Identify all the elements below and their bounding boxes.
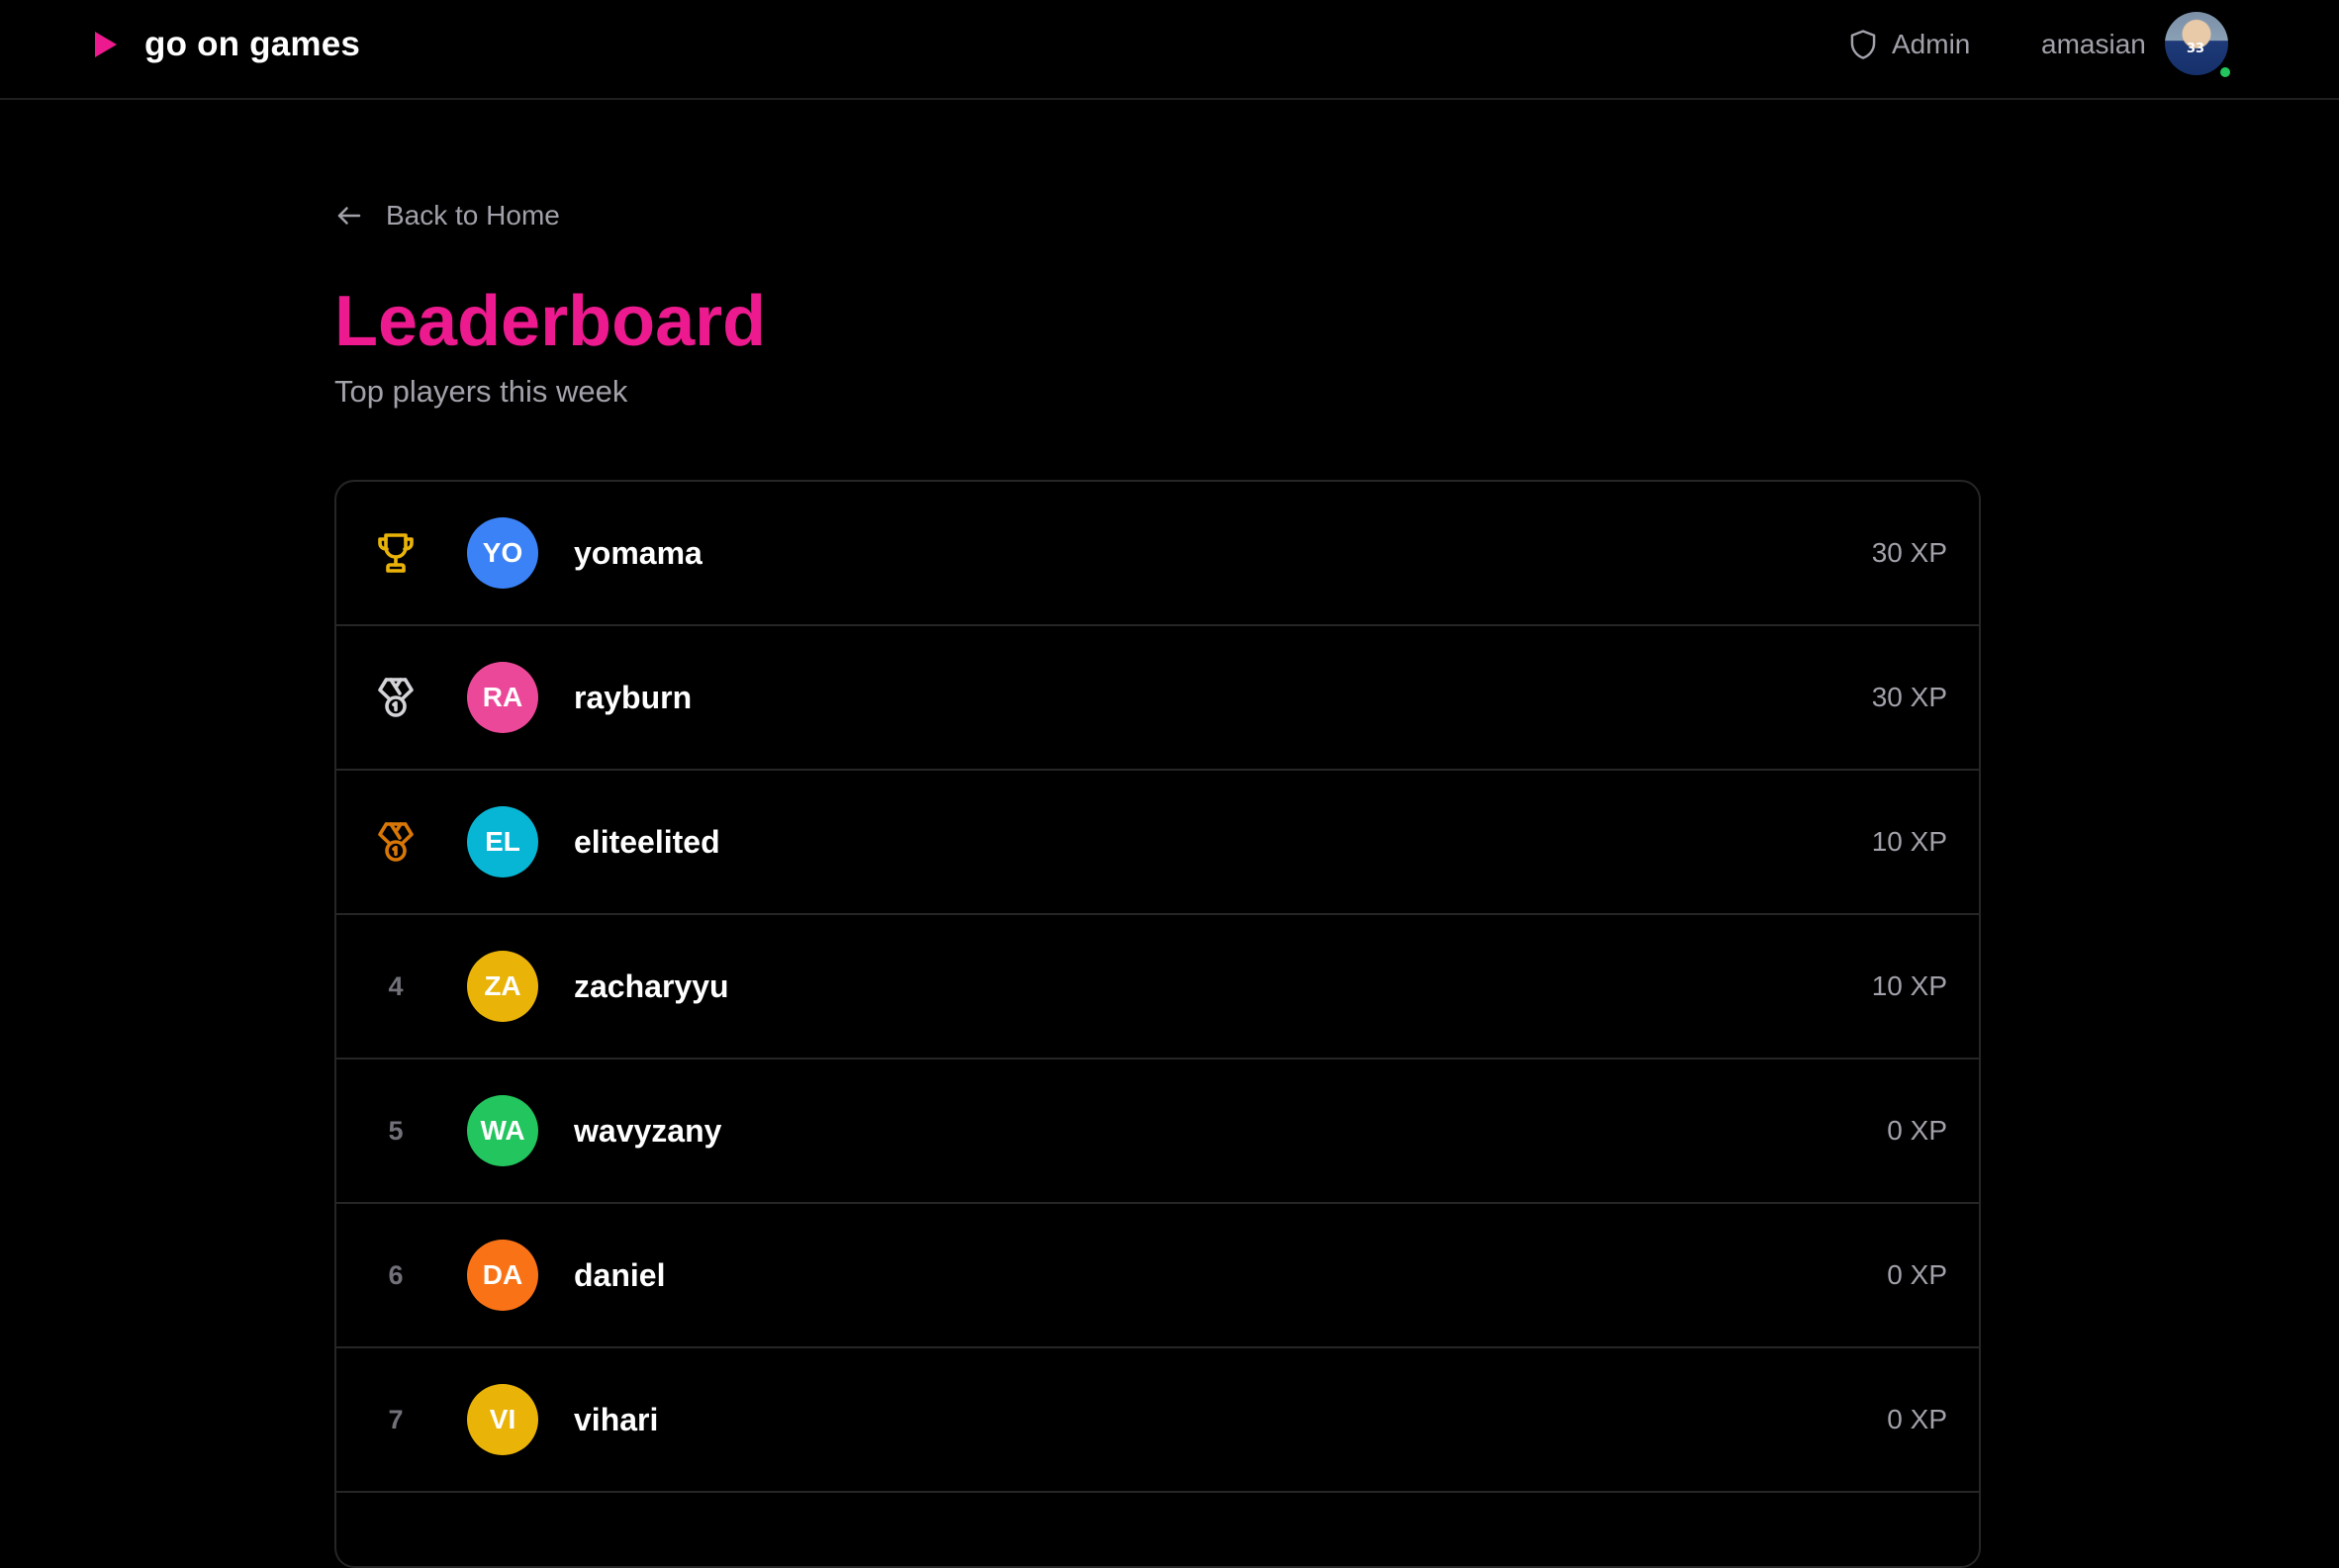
brand-logo-link[interactable]: go on games [95, 22, 360, 66]
player-initials-avatar: WA [467, 1095, 538, 1166]
arrow-left-icon [337, 207, 361, 225]
player-initials-avatar: RA [467, 662, 538, 733]
leaderboard-row: EL eliteelited 10 XP [336, 771, 1979, 915]
page-title: Leaderboard [334, 282, 767, 361]
player-initials-avatar: VI [467, 1384, 538, 1455]
back-label: Back to Home [386, 200, 560, 231]
rank-badge [368, 814, 423, 870]
rank-badge [368, 525, 423, 581]
play-icon [95, 31, 117, 57]
brand-name: go on games [144, 24, 361, 63]
rank-number: 4 [388, 970, 404, 1001]
player-initials-avatar: DA [467, 1240, 538, 1311]
avatar-photo: 33 [2165, 12, 2228, 75]
leaderboard-row: YO yomama 30 XP [336, 482, 1979, 626]
top-navbar: go on games Admin amasian 33 [0, 0, 2339, 100]
leaderboard-row: 7 VI vihari 0 XP [336, 1348, 1979, 1493]
player-initials-avatar: YO [467, 517, 538, 589]
bronze-medal-icon [378, 822, 414, 862]
player-xp: 0 XP [1887, 1115, 1947, 1146]
player-initials-avatar: EL [467, 806, 538, 877]
back-to-home-link[interactable]: Back to Home [334, 196, 560, 235]
player-initials-avatar: ZA [467, 951, 538, 1022]
player-xp: 30 XP [1871, 537, 1947, 568]
player-name: eliteelited [574, 823, 720, 860]
player-xp: 0 XP [1887, 1404, 1947, 1434]
leaderboard-row: RA rayburn 30 XP [336, 626, 1979, 771]
player-name: vihari [574, 1401, 659, 1437]
player-name: zacharyyu [574, 968, 729, 1004]
trophy-icon [378, 533, 414, 573]
player-name: yomama [574, 534, 702, 571]
page-subtitle: Top players this week [334, 374, 628, 409]
silver-medal-icon [378, 678, 414, 717]
player-xp: 10 XP [1871, 970, 1947, 1001]
username-label[interactable]: amasian [2041, 22, 2146, 66]
shield-icon [1850, 29, 1876, 59]
player-xp: 30 XP [1871, 682, 1947, 712]
rank-number: 6 [388, 1259, 404, 1290]
admin-link[interactable]: Admin [1848, 22, 1970, 66]
player-name: rayburn [574, 679, 693, 715]
avatar-jersey-number: 33 [2187, 42, 2205, 56]
leaderboard-row: 6 DA daniel 0 XP [336, 1204, 1979, 1348]
online-status-dot [2218, 65, 2232, 79]
player-xp: 10 XP [1871, 826, 1947, 857]
admin-label: Admin [1892, 28, 1971, 59]
rank-badge [368, 670, 423, 725]
leaderboard-list: YO yomama 30 XP RA rayburn 30 XP EL elit… [334, 480, 1981, 1568]
leaderboard-row: 4 ZA zacharyyu 10 XP [336, 915, 1979, 1060]
rank-number: 7 [388, 1404, 404, 1434]
rank-number: 5 [388, 1115, 404, 1146]
user-avatar[interactable]: 33 [2165, 12, 2232, 79]
leaderboard-row: 5 WA wavyzany 0 XP [336, 1060, 1979, 1204]
player-xp: 0 XP [1887, 1259, 1947, 1290]
player-name: daniel [574, 1256, 666, 1293]
player-name: wavyzany [574, 1112, 722, 1149]
